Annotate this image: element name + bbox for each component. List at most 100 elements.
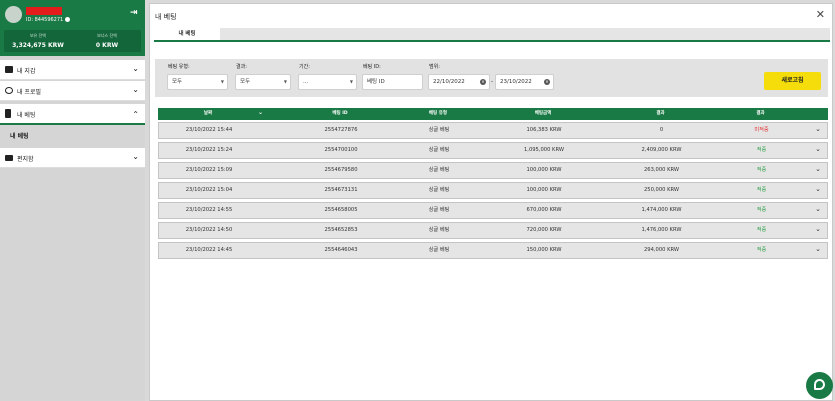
chevron-down-icon: ⌄ — [132, 152, 139, 161]
sidebar-subitem-my-bets[interactable]: 내 베팅 — [0, 126, 145, 144]
cell-amount: 106,383 KRW — [526, 127, 562, 133]
table-row[interactable]: 23/10/2022 15:44 2554727876 싱글 베팅 106,383 K… — [158, 122, 828, 139]
expand-chevron-icon[interactable]: ⌄ — [815, 205, 821, 213]
sidebar-item-label: 내 프로필 — [17, 89, 41, 96]
wallet-icon — [5, 66, 13, 73]
range-label: 범위: — [429, 64, 440, 70]
cell-type: 싱글 베팅 — [428, 127, 450, 133]
cell-id: 2554673131 — [324, 187, 358, 193]
table-row[interactable]: 23/10/2022 15:24 2554700100 싱글 베팅 1,095,000… — [158, 142, 828, 159]
expand-chevron-icon[interactable]: ⌄ — [815, 125, 821, 133]
column-header-date[interactable]: 날짜 — [158, 108, 258, 120]
cell-id: 2554700100 — [324, 147, 358, 153]
expand-chevron-icon[interactable]: ⌄ — [815, 145, 821, 153]
cell-status: 적중 — [756, 167, 767, 173]
cell-amount: 670,000 KRW — [526, 207, 562, 213]
date-from-input[interactable]: 22/10/2022 ✕ — [428, 74, 490, 90]
table-row[interactable]: 23/10/2022 14:55 2554658005 싱글 베팅 670,000 K… — [158, 202, 828, 219]
filter-bar: 베팅 유형: 모두 ▼ 결과: 모두 ▼ 기간: ... ▼ 베팅 ID: 베팅 ID… — [155, 59, 828, 97]
sidebar-item-profile[interactable]: 내 프로필 ⌄ — [0, 81, 145, 101]
expand-chevron-icon[interactable]: ⌄ — [815, 185, 821, 193]
caret-down-icon: ▼ — [220, 79, 224, 84]
profile-panel: ID: 844596271 ⇥ 보유 잔액 3,324,675 KRW 보너스 … — [0, 0, 145, 56]
table-row[interactable]: 23/10/2022 14:45 2554646043 싱글 베팅 150,000 K… — [158, 242, 828, 259]
cell-status: 적중 — [756, 247, 767, 253]
main-balance-label: 보유 잔액 — [30, 33, 46, 38]
cell-date: 23/10/2022 15:44 — [185, 127, 233, 133]
cell-amount: 1,095,000 KRW — [524, 147, 564, 153]
cell-id: 2554679580 — [324, 167, 358, 173]
cell-status: 미적중 — [754, 127, 769, 133]
table-row[interactable]: 23/10/2022 14:50 2554652853 싱글 베팅 720,000 K… — [158, 222, 828, 239]
chat-button[interactable] — [806, 372, 833, 399]
cell-type: 싱글 베팅 — [428, 227, 450, 233]
column-header-payout: 결과 — [656, 111, 665, 116]
result-select[interactable]: 모두 ▼ — [235, 74, 291, 90]
bet-type-select[interactable]: 모두 ▼ — [167, 74, 228, 90]
close-icon[interactable]: ✕ — [816, 8, 825, 21]
cell-type: 싱글 베팅 — [428, 187, 450, 193]
date-to-input[interactable]: 23/10/2022 ✕ — [495, 74, 554, 90]
date-to-value: 23/10/2022 — [500, 79, 532, 85]
user-icon — [5, 87, 13, 94]
cell-amount: 150,000 KRW — [526, 247, 562, 253]
cell-type: 싱글 베팅 — [428, 147, 450, 153]
refresh-button[interactable]: 새로고침 — [764, 72, 821, 90]
bet-id-label: 베팅 ID: — [363, 64, 381, 70]
cell-type: 싱글 베팅 — [428, 167, 450, 173]
cell-type: 싱글 베팅 — [428, 207, 450, 213]
bet-id-input[interactable]: 베팅 ID — [362, 74, 423, 90]
cell-id: 2554652853 — [324, 227, 358, 233]
cell-amount: 100,000 KRW — [526, 187, 562, 193]
cell-type: 싱글 베팅 — [428, 247, 450, 253]
bonus-balance-value: 0 KRW — [95, 42, 119, 49]
cell-payout: 263,000 KRW — [643, 167, 680, 173]
sidebar-item-inbox[interactable]: 편지함 ⌄ — [0, 148, 145, 168]
balance-box: 보유 잔액 3,324,675 KRW 보너스 잔액 0 KRW — [4, 30, 141, 52]
window-title: 내 베팅 — [155, 13, 177, 21]
avatar[interactable] — [5, 6, 22, 23]
chevron-down-icon: ⌄ — [132, 64, 139, 73]
cell-id: 2554658005 — [324, 207, 358, 213]
cell-amount: 720,000 KRW — [526, 227, 562, 233]
column-header-amount: 베팅금액 — [534, 111, 552, 116]
table-row[interactable]: 23/10/2022 15:09 2554679580 싱글 베팅 100,000 K… — [158, 162, 828, 179]
clear-icon[interactable]: ✕ — [480, 79, 486, 85]
table-row[interactable]: 23/10/2022 15:04 2554673131 싱글 베팅 100,000 K… — [158, 182, 828, 199]
result-value: 모두 — [240, 79, 251, 85]
expand-chevron-icon[interactable]: ⌄ — [815, 245, 821, 253]
cell-status: 적중 — [756, 227, 767, 233]
sidebar-item-my-bets[interactable]: 내 베팅 ⌃ — [0, 104, 145, 124]
column-header-status: 결과 — [756, 111, 765, 116]
chevron-down-icon[interactable]: ⌄ — [258, 109, 263, 116]
cell-date: 23/10/2022 14:50 — [185, 227, 233, 233]
result-label: 결과: — [236, 64, 247, 70]
logout-icon[interactable]: ⇥ — [130, 8, 138, 18]
expand-chevron-icon[interactable]: ⌄ — [815, 165, 821, 173]
chevron-down-icon: ⌄ — [132, 85, 139, 94]
cell-status: 적중 — [756, 187, 767, 193]
column-header-bet-id: 베팅 ID — [332, 111, 348, 116]
cell-status: 적중 — [756, 147, 767, 153]
bet-id-placeholder: 베팅 ID — [367, 79, 385, 85]
date-from-value: 22/10/2022 — [433, 79, 465, 85]
cell-date: 23/10/2022 15:24 — [185, 147, 233, 153]
bet-type-value: 모두 — [172, 79, 183, 85]
cell-payout: 250,000 KRW — [643, 187, 680, 193]
period-select[interactable]: ... ▼ — [298, 74, 357, 90]
main-balance-value: 3,324,675 KRW — [12, 42, 64, 49]
sidebar-item-wallet[interactable]: 내 지갑 ⌄ — [0, 60, 145, 80]
expand-chevron-icon[interactable]: ⌄ — [815, 225, 821, 233]
table-header: 날짜 ⌄ 베팅 ID 베팅 유형 베팅금액 결과 결과 — [158, 108, 828, 120]
tab-my-bets[interactable]: 내 베팅 — [154, 28, 220, 40]
my-bets-window: 내 베팅 ✕ 내 베팅 베팅 유형: 모두 ▼ 결과: 모두 ▼ 기간: ... ▼ … — [149, 3, 833, 401]
bonus-balance: 보너스 잔액 0 KRW — [73, 33, 141, 49]
cell-status: 적중 — [756, 207, 767, 213]
clear-icon[interactable]: ✕ — [544, 79, 550, 85]
period-label: 기간: — [299, 64, 310, 70]
tab-bar: 내 베팅 — [154, 28, 830, 42]
info-icon[interactable] — [65, 17, 71, 22]
sidebar-subitem-label: 내 베팅 — [10, 133, 29, 140]
chevron-up-icon: ⌃ — [132, 110, 139, 119]
range-dash: - — [491, 78, 494, 85]
